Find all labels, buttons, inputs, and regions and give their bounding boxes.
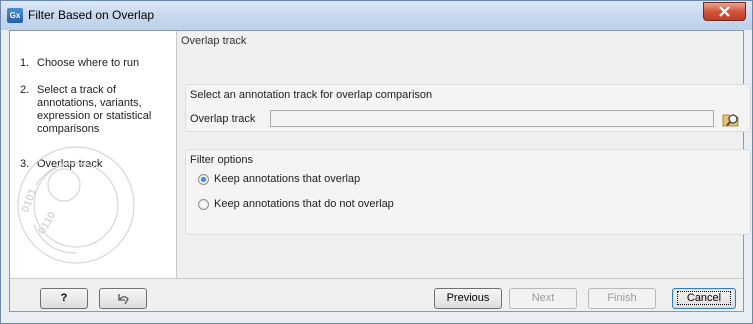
watermark-logo-icon: 0101 0110: [17, 146, 135, 264]
reset-button[interactable]: [99, 288, 147, 309]
svg-text:0101: 0101: [20, 187, 40, 214]
footer-divider: [10, 278, 743, 279]
next-button[interactable]: Next: [509, 288, 577, 309]
main-panel: Overlap track Select an annotation track…: [177, 31, 751, 278]
radio-button[interactable]: [198, 199, 209, 210]
svg-text:0110: 0110: [36, 210, 58, 237]
radio-label: Keep annotations that overlap: [214, 173, 361, 185]
dialog-body: 1. Choose where to run 2. Select a track…: [9, 30, 751, 312]
finish-button[interactable]: Finish: [588, 288, 656, 309]
filter-options-group: Filter options Keep annotations that ove…: [185, 149, 751, 235]
browse-folder-icon[interactable]: [722, 110, 740, 128]
close-icon: [719, 6, 730, 17]
undo-icon: [118, 294, 129, 305]
page-title: Overlap track: [181, 35, 247, 47]
radio-button-selected[interactable]: [198, 174, 209, 185]
cancel-button[interactable]: Cancel: [672, 288, 736, 309]
previous-button[interactable]: Previous: [434, 288, 502, 309]
app-icon: Gx: [7, 8, 23, 23]
cancel-label: Cancel: [676, 291, 732, 305]
overlap-track-input[interactable]: [270, 110, 714, 127]
help-button[interactable]: ?: [40, 288, 88, 309]
group-title: Select an annotation track for overlap c…: [190, 89, 433, 101]
title-bar[interactable]: Gx Filter Based on Overlap: [1, 1, 752, 30]
overlap-track-label: Overlap track: [190, 113, 256, 125]
window-title: Filter Based on Overlap: [28, 8, 155, 22]
overlap-track-group: Select an annotation track for overlap c…: [185, 84, 751, 132]
wizard-steps-panel: 1. Choose where to run 2. Select a track…: [10, 31, 177, 278]
step-label: Choose where to run: [37, 57, 140, 69]
close-button[interactable]: [703, 2, 746, 21]
dialog-window: Gx Filter Based on Overlap 1. Choose whe…: [0, 0, 753, 324]
step-label: Select a track of annotations, variants,…: [37, 84, 152, 135]
group-title: Filter options: [190, 154, 253, 166]
radio-label: Keep annotations that do not overlap: [214, 198, 394, 210]
